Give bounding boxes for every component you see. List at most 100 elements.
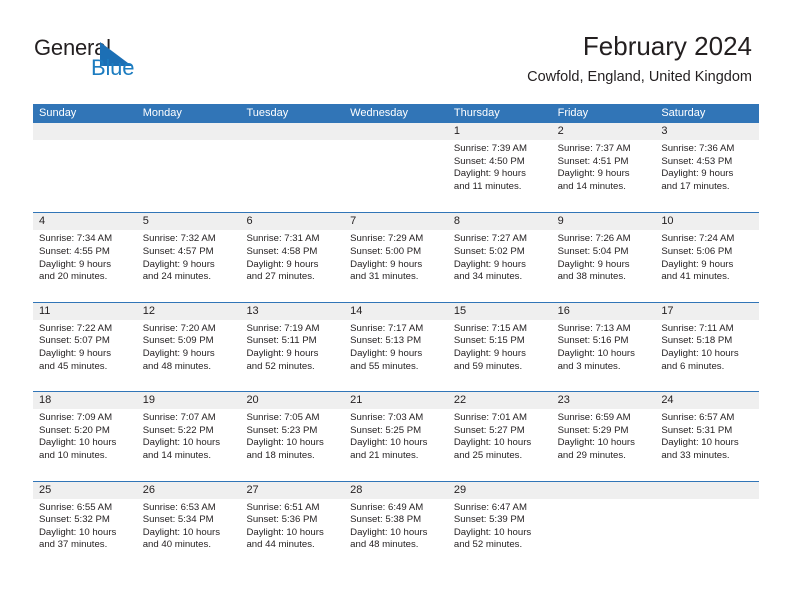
sunrise-text: Sunrise: 7:36 AM xyxy=(661,143,735,154)
day-cell-empty xyxy=(136,123,241,212)
daylight-text-line1: Daylight: 9 hours xyxy=(39,347,111,359)
day-cell[interactable]: 7 Sunrise: 7:29 AM Sunset: 5:00 PM Daylight… xyxy=(344,213,448,301)
day-details: Sunrise: 7:01 AM Sunset: 5:27 PM Daylight:… xyxy=(448,409,552,462)
day-cell[interactable]: 23 Sunrise: 6:59 AM Sunset: 5:29 PM Dayligh… xyxy=(551,392,656,480)
daylight-text-line1: Daylight: 9 hours xyxy=(39,258,111,270)
day-details: Sunrise: 7:09 AM Sunset: 5:20 PM Daylight:… xyxy=(33,409,137,462)
day-details: Sunrise: 7:03 AM Sunset: 5:25 PM Daylight:… xyxy=(344,409,448,462)
day-cell[interactable]: 5 Sunrise: 7:32 AM Sunset: 4:57 PM Daylight… xyxy=(136,213,241,301)
sunrise-text: Sunrise: 6:59 AM xyxy=(557,412,631,424)
sunset-text: Sunset: 5:15 PM xyxy=(453,335,525,347)
day-cell[interactable]: 12 Sunrise: 7:20 AM Sunset: 5:09 PM Dayligh… xyxy=(136,302,241,391)
daylight-text-line2: and 37 minutes. xyxy=(39,539,108,551)
day-cell[interactable]: 2 Sunrise: 7:37 AM Sunset: 4:51 PM Daylight… xyxy=(551,123,656,212)
day-cell-empty xyxy=(33,123,137,212)
day-cell[interactable]: 28 Sunrise: 6:49 AM Sunset: 5:38 PM Dayligh… xyxy=(344,481,448,570)
day-details: Sunrise: 7:05 AM Sunset: 5:23 PM Daylight:… xyxy=(240,409,344,462)
day-cell[interactable]: 11 Sunrise: 7:22 AM Sunset: 5:07 PM Dayligh… xyxy=(33,302,137,391)
week-row: 25 Sunrise: 6:55 AM Sunset: 5:32 PM Dayligh… xyxy=(33,480,760,570)
sunset-text: Sunset: 5:27 PM xyxy=(453,424,525,436)
day-number: 7 xyxy=(350,215,357,228)
daylight-text-line1: Daylight: 9 hours xyxy=(350,258,423,270)
day-cell[interactable]: 26 Sunrise: 6:53 AM Sunset: 5:34 PM Dayligh… xyxy=(136,481,241,570)
day-number-band xyxy=(136,123,241,140)
day-number: 20 xyxy=(246,394,259,407)
day-cell[interactable]: 14 Sunrise: 7:17 AM Sunset: 5:13 PM Dayligh… xyxy=(344,302,448,391)
sunrise-text: Sunrise: 7:11 AM xyxy=(661,322,734,334)
daylight-text-line1: Daylight: 9 hours xyxy=(246,347,319,359)
daylight-text-line1: Daylight: 9 hours xyxy=(246,258,319,270)
day-number-band: 11 xyxy=(33,302,137,320)
day-cell[interactable]: 29 Sunrise: 6:47 AM Sunset: 5:39 PM Dayligh… xyxy=(447,481,552,570)
daylight-text-line2: and 29 minutes. xyxy=(557,449,626,461)
day-cell[interactable]: 1 Sunrise: 7:39 AM Sunset: 4:50 PM Daylight… xyxy=(447,123,552,212)
day-details: Sunrise: 7:20 AM Sunset: 5:09 PM Daylight:… xyxy=(137,320,241,373)
day-cell[interactable]: 3 Sunrise: 7:36 AM Sunset: 4:53 PM Daylight… xyxy=(655,123,760,212)
sunset-text: Sunset: 5:39 PM xyxy=(453,514,525,526)
sunset-text: Sunset: 5:13 PM xyxy=(350,335,422,347)
sunset-text: Sunset: 5:34 PM xyxy=(142,514,214,526)
day-number: 3 xyxy=(661,125,668,137)
day-number: 8 xyxy=(453,215,460,228)
weekday-tuesday: Tuesday xyxy=(246,107,289,119)
day-details: Sunrise: 7:31 AM Sunset: 4:58 PM Daylight:… xyxy=(240,230,344,283)
sunrise-text: Sunrise: 7:37 AM xyxy=(557,143,631,154)
daylight-text-line1: Daylight: 9 hours xyxy=(142,258,215,270)
day-number-band: 4 xyxy=(33,213,137,231)
day-number-band: 23 xyxy=(551,392,656,410)
day-cell[interactable]: 22 Sunrise: 7:01 AM Sunset: 5:27 PM Dayligh… xyxy=(447,392,552,480)
sunrise-text: Sunrise: 7:03 AM xyxy=(350,412,424,424)
daylight-text-line1: Daylight: 9 hours xyxy=(350,347,423,359)
weekday-wednesday: Wednesday xyxy=(350,107,409,119)
day-cell[interactable]: 19 Sunrise: 7:07 AM Sunset: 5:22 PM Dayligh… xyxy=(136,392,241,480)
sunrise-text: Sunrise: 7:27 AM xyxy=(453,233,527,245)
brand-logo[interactable]: General Blue xyxy=(34,36,164,86)
weekday-sunday: Sunday xyxy=(39,107,77,119)
daylight-text-line2: and 17 minutes. xyxy=(661,180,730,192)
day-cell[interactable]: 16 Sunrise: 7:13 AM Sunset: 5:16 PM Dayligh… xyxy=(551,302,656,391)
day-cell[interactable]: 21 Sunrise: 7:03 AM Sunset: 5:25 PM Dayligh… xyxy=(344,392,448,480)
daylight-text-line1: Daylight: 10 hours xyxy=(350,437,428,449)
day-number: 1 xyxy=(453,125,460,137)
daylight-text-line1: Daylight: 9 hours xyxy=(453,168,526,180)
sunrise-text: Sunrise: 7:01 AM xyxy=(453,412,527,424)
day-number: 4 xyxy=(39,215,46,228)
title-block: February 2024 Cowfold, England, United K… xyxy=(527,30,752,88)
day-number: 12 xyxy=(142,304,155,317)
sunset-text: Sunset: 5:20 PM xyxy=(39,424,110,436)
daylight-text-line1: Daylight: 10 hours xyxy=(246,526,324,538)
day-details: Sunrise: 7:27 AM Sunset: 5:02 PM Daylight:… xyxy=(448,230,552,283)
day-cell[interactable]: 13 Sunrise: 7:19 AM Sunset: 5:11 PM Dayligh… xyxy=(240,302,345,391)
day-cell[interactable]: 4 Sunrise: 7:34 AM Sunset: 4:55 PM Daylight… xyxy=(33,213,137,301)
calendar-grid: Sunday Monday Tuesday Wednesday Thursday… xyxy=(33,104,760,570)
day-details: Sunrise: 6:51 AM Sunset: 5:36 PM Daylight:… xyxy=(240,499,344,552)
day-details: Sunrise: 7:19 AM Sunset: 5:11 PM Daylight:… xyxy=(240,320,344,373)
day-details: Sunrise: 7:17 AM Sunset: 5:13 PM Daylight:… xyxy=(344,320,448,373)
sunset-text: Sunset: 5:31 PM xyxy=(661,424,733,436)
day-details: Sunrise: 6:57 AM Sunset: 5:31 PM Daylight:… xyxy=(655,409,759,462)
day-cell[interactable]: 27 Sunrise: 6:51 AM Sunset: 5:36 PM Dayligh… xyxy=(240,481,345,570)
sunrise-text: Sunrise: 7:17 AM xyxy=(350,322,424,334)
sunrise-text: Sunrise: 6:51 AM xyxy=(246,501,320,513)
sunset-text: Sunset: 5:32 PM xyxy=(39,514,110,526)
day-cell-empty xyxy=(551,481,656,570)
day-cell[interactable]: 8 Sunrise: 7:27 AM Sunset: 5:02 PM Daylight… xyxy=(447,213,552,301)
sunrise-text: Sunrise: 7:39 AM xyxy=(453,143,527,154)
day-cell[interactable]: 9 Sunrise: 7:26 AM Sunset: 5:04 PM Daylight… xyxy=(551,213,656,301)
day-number-band xyxy=(240,123,345,140)
day-cell[interactable]: 18 Sunrise: 7:09 AM Sunset: 5:20 PM Dayligh… xyxy=(33,392,137,480)
day-cell[interactable]: 20 Sunrise: 7:05 AM Sunset: 5:23 PM Dayligh… xyxy=(240,392,345,480)
sunrise-text: Sunrise: 7:19 AM xyxy=(246,322,320,334)
day-cell-empty xyxy=(344,123,448,212)
sunset-text: Sunset: 4:58 PM xyxy=(246,245,318,257)
day-cell[interactable]: 25 Sunrise: 6:55 AM Sunset: 5:32 PM Dayligh… xyxy=(33,481,137,570)
day-cell[interactable]: 24 Sunrise: 6:57 AM Sunset: 5:31 PM Dayligh… xyxy=(655,392,760,480)
day-number-band: 26 xyxy=(136,481,241,499)
day-cell[interactable]: 10 Sunrise: 7:24 AM Sunset: 5:06 PM Dayligh… xyxy=(655,213,760,301)
daylight-text-line2: and 45 minutes. xyxy=(39,360,108,372)
sunrise-text: Sunrise: 6:53 AM xyxy=(142,501,216,513)
day-cell-empty xyxy=(240,123,345,212)
day-cell[interactable]: 15 Sunrise: 7:15 AM Sunset: 5:15 PM Dayligh… xyxy=(447,302,552,391)
day-cell[interactable]: 17 Sunrise: 7:11 AM Sunset: 5:18 PM Dayligh… xyxy=(655,302,760,391)
day-cell[interactable]: 6 Sunrise: 7:31 AM Sunset: 4:58 PM Daylight… xyxy=(240,213,345,301)
